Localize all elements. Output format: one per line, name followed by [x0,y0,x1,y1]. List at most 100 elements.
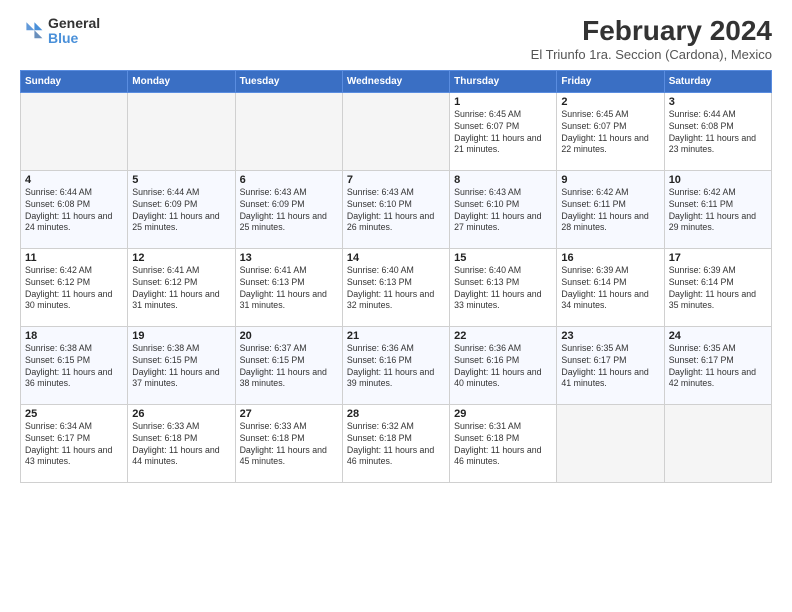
logo: General Blue [20,16,100,47]
week-row-4: 18Sunrise: 6:38 AM Sunset: 6:15 PM Dayli… [21,326,772,404]
day-info: Sunrise: 6:37 AM Sunset: 6:15 PM Dayligh… [240,343,338,391]
calendar-cell: 24Sunrise: 6:35 AM Sunset: 6:17 PM Dayli… [664,326,771,404]
day-info: Sunrise: 6:39 AM Sunset: 6:14 PM Dayligh… [561,265,659,313]
day-info: Sunrise: 6:33 AM Sunset: 6:18 PM Dayligh… [132,421,230,469]
day-info: Sunrise: 6:35 AM Sunset: 6:17 PM Dayligh… [669,343,767,391]
day-info: Sunrise: 6:33 AM Sunset: 6:18 PM Dayligh… [240,421,338,469]
day-number: 3 [669,96,767,108]
calendar-cell: 13Sunrise: 6:41 AM Sunset: 6:13 PM Dayli… [235,248,342,326]
title-section: February 2024 El Triunfo 1ra. Seccion (C… [531,16,772,62]
day-number: 24 [669,330,767,342]
day-number: 16 [561,252,659,264]
calendar-cell: 7Sunrise: 6:43 AM Sunset: 6:10 PM Daylig… [342,170,449,248]
day-info: Sunrise: 6:43 AM Sunset: 6:10 PM Dayligh… [454,187,552,235]
day-info: Sunrise: 6:45 AM Sunset: 6:07 PM Dayligh… [454,109,552,157]
day-number: 23 [561,330,659,342]
day-number: 6 [240,174,338,186]
header-friday: Friday [557,70,664,92]
calendar-cell [235,92,342,170]
calendar-cell: 6Sunrise: 6:43 AM Sunset: 6:09 PM Daylig… [235,170,342,248]
logo-icon [20,19,44,43]
day-info: Sunrise: 6:41 AM Sunset: 6:13 PM Dayligh… [240,265,338,313]
header-monday: Monday [128,70,235,92]
day-info: Sunrise: 6:42 AM Sunset: 6:11 PM Dayligh… [561,187,659,235]
day-info: Sunrise: 6:34 AM Sunset: 6:17 PM Dayligh… [25,421,123,469]
calendar-cell: 17Sunrise: 6:39 AM Sunset: 6:14 PM Dayli… [664,248,771,326]
day-number: 22 [454,330,552,342]
calendar-cell: 5Sunrise: 6:44 AM Sunset: 6:09 PM Daylig… [128,170,235,248]
day-info: Sunrise: 6:43 AM Sunset: 6:09 PM Dayligh… [240,187,338,235]
header-tuesday: Tuesday [235,70,342,92]
calendar-subtitle: El Triunfo 1ra. Seccion (Cardona), Mexic… [531,47,772,62]
day-info: Sunrise: 6:42 AM Sunset: 6:12 PM Dayligh… [25,265,123,313]
day-info: Sunrise: 6:43 AM Sunset: 6:10 PM Dayligh… [347,187,445,235]
calendar-cell: 11Sunrise: 6:42 AM Sunset: 6:12 PM Dayli… [21,248,128,326]
day-info: Sunrise: 6:44 AM Sunset: 6:08 PM Dayligh… [669,109,767,157]
calendar-cell: 25Sunrise: 6:34 AM Sunset: 6:17 PM Dayli… [21,404,128,482]
calendar-cell: 14Sunrise: 6:40 AM Sunset: 6:13 PM Dayli… [342,248,449,326]
calendar-cell [128,92,235,170]
day-number: 11 [25,252,123,264]
calendar-cell: 21Sunrise: 6:36 AM Sunset: 6:16 PM Dayli… [342,326,449,404]
day-info: Sunrise: 6:35 AM Sunset: 6:17 PM Dayligh… [561,343,659,391]
calendar-cell: 28Sunrise: 6:32 AM Sunset: 6:18 PM Dayli… [342,404,449,482]
calendar-title: February 2024 [531,16,772,47]
week-row-1: 1Sunrise: 6:45 AM Sunset: 6:07 PM Daylig… [21,92,772,170]
day-info: Sunrise: 6:38 AM Sunset: 6:15 PM Dayligh… [132,343,230,391]
calendar-cell [557,404,664,482]
day-info: Sunrise: 6:31 AM Sunset: 6:18 PM Dayligh… [454,421,552,469]
day-number: 28 [347,408,445,420]
page: General Blue February 2024 El Triunfo 1r… [0,0,792,612]
calendar-cell [664,404,771,482]
logo-text: General Blue [48,16,100,47]
day-number: 7 [347,174,445,186]
calendar-cell: 10Sunrise: 6:42 AM Sunset: 6:11 PM Dayli… [664,170,771,248]
header-thursday: Thursday [450,70,557,92]
day-number: 12 [132,252,230,264]
day-info: Sunrise: 6:44 AM Sunset: 6:08 PM Dayligh… [25,187,123,235]
weekday-header-row: Sunday Monday Tuesday Wednesday Thursday… [21,70,772,92]
day-info: Sunrise: 6:40 AM Sunset: 6:13 PM Dayligh… [454,265,552,313]
week-row-2: 4Sunrise: 6:44 AM Sunset: 6:08 PM Daylig… [21,170,772,248]
day-info: Sunrise: 6:36 AM Sunset: 6:16 PM Dayligh… [454,343,552,391]
day-number: 14 [347,252,445,264]
header-sunday: Sunday [21,70,128,92]
calendar-table: Sunday Monday Tuesday Wednesday Thursday… [20,70,772,483]
day-info: Sunrise: 6:36 AM Sunset: 6:16 PM Dayligh… [347,343,445,391]
day-info: Sunrise: 6:38 AM Sunset: 6:15 PM Dayligh… [25,343,123,391]
day-number: 19 [132,330,230,342]
week-row-3: 11Sunrise: 6:42 AM Sunset: 6:12 PM Dayli… [21,248,772,326]
day-info: Sunrise: 6:32 AM Sunset: 6:18 PM Dayligh… [347,421,445,469]
header: General Blue February 2024 El Triunfo 1r… [20,16,772,62]
logo-line2: Blue [48,31,100,46]
day-info: Sunrise: 6:40 AM Sunset: 6:13 PM Dayligh… [347,265,445,313]
calendar-cell: 26Sunrise: 6:33 AM Sunset: 6:18 PM Dayli… [128,404,235,482]
calendar-cell: 8Sunrise: 6:43 AM Sunset: 6:10 PM Daylig… [450,170,557,248]
calendar-cell [342,92,449,170]
day-number: 21 [347,330,445,342]
week-row-5: 25Sunrise: 6:34 AM Sunset: 6:17 PM Dayli… [21,404,772,482]
day-number: 5 [132,174,230,186]
day-info: Sunrise: 6:42 AM Sunset: 6:11 PM Dayligh… [669,187,767,235]
day-number: 18 [25,330,123,342]
day-number: 29 [454,408,552,420]
calendar-cell: 29Sunrise: 6:31 AM Sunset: 6:18 PM Dayli… [450,404,557,482]
calendar-cell [21,92,128,170]
day-number: 1 [454,96,552,108]
day-number: 20 [240,330,338,342]
calendar-cell: 4Sunrise: 6:44 AM Sunset: 6:08 PM Daylig… [21,170,128,248]
day-number: 10 [669,174,767,186]
calendar-cell: 2Sunrise: 6:45 AM Sunset: 6:07 PM Daylig… [557,92,664,170]
calendar-cell: 9Sunrise: 6:42 AM Sunset: 6:11 PM Daylig… [557,170,664,248]
calendar-cell: 23Sunrise: 6:35 AM Sunset: 6:17 PM Dayli… [557,326,664,404]
calendar-cell: 20Sunrise: 6:37 AM Sunset: 6:15 PM Dayli… [235,326,342,404]
day-info: Sunrise: 6:44 AM Sunset: 6:09 PM Dayligh… [132,187,230,235]
day-info: Sunrise: 6:39 AM Sunset: 6:14 PM Dayligh… [669,265,767,313]
day-number: 8 [454,174,552,186]
day-number: 17 [669,252,767,264]
day-info: Sunrise: 6:45 AM Sunset: 6:07 PM Dayligh… [561,109,659,157]
calendar-cell: 15Sunrise: 6:40 AM Sunset: 6:13 PM Dayli… [450,248,557,326]
day-number: 2 [561,96,659,108]
calendar-cell: 12Sunrise: 6:41 AM Sunset: 6:12 PM Dayli… [128,248,235,326]
logo-line1: General [48,16,100,31]
